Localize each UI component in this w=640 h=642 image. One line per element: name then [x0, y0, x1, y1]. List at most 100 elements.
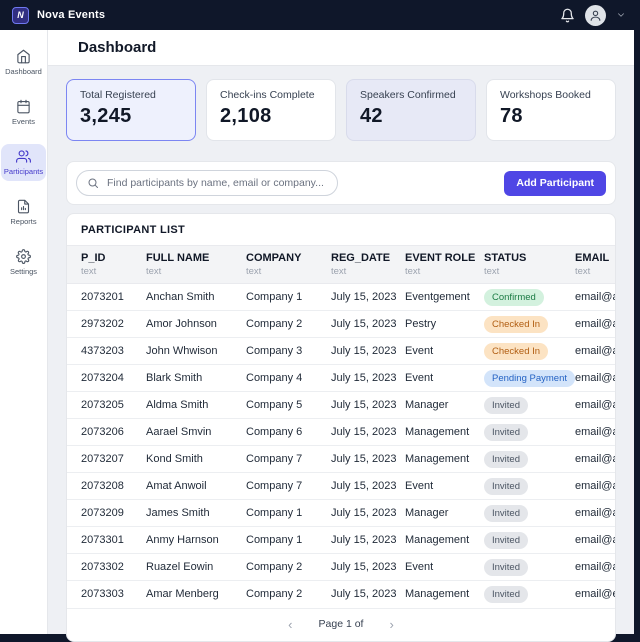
table-row[interactable]: 4373203 John Whwison Company 3 July 15, … — [67, 337, 615, 365]
cell-reg-date: July 15, 2023 — [331, 526, 405, 554]
cell-reg-date: July 15, 2023 — [331, 472, 405, 500]
cell-full-name: Amor Johnson — [146, 310, 246, 338]
cell-full-name: Anmy Harnson — [146, 526, 246, 554]
cell-company: Company 1 — [246, 499, 331, 527]
user-icon — [589, 9, 602, 22]
next-page-button[interactable]: › — [387, 618, 395, 631]
column-name: EMAIL — [575, 252, 610, 264]
cell-reg-date: July 15, 2023 — [331, 418, 405, 446]
table-row[interactable]: 2073201 Anchan Smith Company 1 July 15, … — [67, 284, 615, 311]
table-row[interactable]: 2073303 Amar Menberg Company 2 July 15, … — [67, 580, 615, 608]
sidebar-item-events[interactable]: Events — [1, 94, 46, 131]
table-row[interactable]: 2073207 Kond Smith Company 7 July 15, 20… — [67, 445, 615, 473]
column-header: FULL NAME text — [146, 245, 246, 284]
sidebar-item-dashboard[interactable]: Dashboard — [1, 44, 46, 81]
table-row[interactable]: 2073205 Aldma Smith Company 5 July 15, 2… — [67, 391, 615, 419]
prev-page-button[interactable]: ‹ — [286, 618, 294, 631]
stat-card-speakers-confirmed[interactable]: Speakers Confirmed 42 — [346, 79, 476, 141]
notifications-button[interactable] — [560, 8, 575, 23]
cell-status: Invited — [484, 580, 575, 608]
cell-event-role: Eventgement — [405, 291, 470, 303]
cell-email: email@annoa — [575, 291, 615, 303]
table-row[interactable]: 2073204 Blark Smith Company 4 July 15, 2… — [67, 364, 615, 392]
sidebar-item-participants[interactable]: Participants — [1, 144, 46, 181]
cell-email: email@annoa — [575, 499, 615, 527]
add-participant-button[interactable]: Add Participant — [504, 170, 606, 196]
cell-company: Company 3 — [246, 337, 331, 365]
cell-email: email@annor — [575, 526, 615, 554]
cell-full-name: Amar Menberg — [146, 580, 246, 608]
table-row[interactable]: 2073206 Aarael Smvin Company 6 July 15, … — [67, 418, 615, 446]
status-badge: Invited — [484, 504, 528, 522]
cell-company: Company 2 — [246, 580, 331, 608]
cell-full-name: Aldma Smith — [146, 391, 246, 419]
stat-label: Check-ins Complete — [220, 89, 315, 101]
cell-reg-date: July 15, 2023 — [331, 391, 405, 419]
stat-value: 2,108 — [220, 105, 272, 127]
cell-full-name: Amat Anwoil — [146, 472, 246, 500]
gear-icon — [16, 249, 31, 264]
stat-card-workshops-booked[interactable]: Workshops Booked 78 — [486, 79, 616, 141]
cell-status: Invited — [484, 526, 575, 554]
sidebar-item-label: Reports — [10, 217, 37, 226]
table-title: PARTICIPANT LIST — [81, 224, 185, 236]
sidebar-item-reports[interactable]: Reports — [1, 194, 46, 231]
cell-reg-date: July 15, 2023 — [331, 580, 405, 608]
avatar — [585, 4, 606, 26]
cell-status: Invited — [484, 391, 575, 419]
table-row[interactable]: 2073209 James Smith Company 1 July 15, 2… — [67, 499, 615, 527]
cell-pid: 2073207 — [67, 445, 146, 473]
cell-status: Pending Payment — [484, 364, 575, 392]
column-header: STATUS text — [484, 245, 575, 284]
cell-company: Company 6 — [246, 418, 331, 446]
cell-status: Checked In — [484, 310, 575, 338]
column-type: text — [146, 266, 162, 277]
status-badge: Invited — [484, 450, 528, 468]
status-badge: Invited — [484, 477, 528, 495]
stat-label: Workshops Booked — [500, 89, 591, 101]
column-name: EVENT ROLE — [405, 252, 476, 264]
table-row[interactable]: 2073302 Ruazel Eowin Company 2 July 15, … — [67, 553, 615, 581]
cell-email: email@amtnr — [575, 391, 615, 419]
status-badge: Invited — [484, 531, 528, 549]
cell-status: Invited — [484, 499, 575, 527]
cell-full-name: James Smith — [146, 499, 246, 527]
table-row[interactable]: 2073301 Anmy Harnson Company 1 July 15, … — [67, 526, 615, 554]
stat-label: Total Registered — [80, 89, 156, 101]
home-icon — [16, 49, 31, 64]
table-body: 2073201 Anchan Smith Company 1 July 15, … — [67, 284, 615, 608]
table-header-row: P_ID text FULL NAME text COMPANY text RE… — [67, 245, 615, 284]
stat-card-check-ins-complete[interactable]: Check-ins Complete 2,108 — [206, 79, 336, 141]
cell-pid: 2973202 — [67, 310, 146, 338]
column-name: P_ID — [81, 252, 106, 264]
sidebar-item-settings[interactable]: Settings — [1, 244, 46, 281]
cell-full-name: Anchan Smith — [146, 291, 215, 303]
cell-status: Invited — [484, 553, 575, 581]
column-type: text — [81, 266, 97, 277]
cell-email: email@amtni — [575, 472, 615, 500]
cell-pid: 2073302 — [67, 553, 146, 581]
user-menu-caret[interactable] — [616, 10, 626, 20]
stat-label: Speakers Confirmed — [360, 89, 456, 101]
cell-reg-date: July 15, 2023 — [331, 499, 405, 527]
table-row[interactable]: 2973202 Amor Johnson Company 2 July 15, … — [67, 310, 615, 338]
cell-full-name: Kond Smith — [146, 445, 246, 473]
cell-event-role: Event — [405, 472, 484, 500]
table-row[interactable]: 2073208 Amat Anwoil Company 7 July 15, 2… — [67, 472, 615, 500]
stat-value: 3,245 — [80, 105, 132, 127]
cell-email: email@annor — [575, 445, 615, 473]
cell-full-name: Aarael Smvin — [146, 418, 246, 446]
column-type: text — [484, 266, 500, 277]
column-name: STATUS — [484, 252, 527, 264]
user-menu-button[interactable] — [585, 4, 606, 26]
cell-pid: 2073208 — [67, 472, 146, 500]
cell-reg-date: July 15, 2023 — [331, 445, 405, 473]
cell-email: email@emma — [575, 580, 615, 608]
toolbar: Add Participant — [66, 161, 616, 205]
cell-pid: 2073201 — [81, 291, 124, 303]
stat-card-total-registered[interactable]: Total Registered 3,245 — [66, 79, 196, 141]
column-name: REG_DATE — [331, 252, 391, 264]
search-input[interactable] — [105, 176, 327, 190]
users-icon — [16, 149, 31, 164]
status-badge: Pending Payment — [484, 369, 575, 387]
